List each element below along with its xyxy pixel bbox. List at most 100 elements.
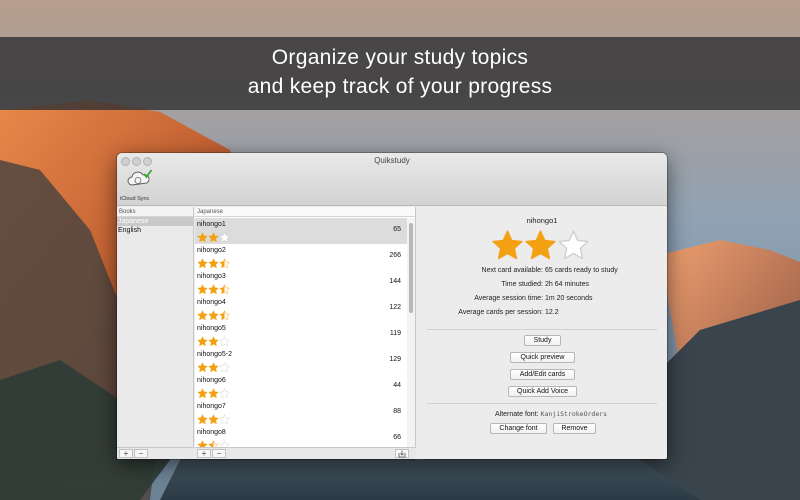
star-filled-icon [208, 310, 219, 321]
star-filled-icon [197, 258, 208, 269]
card-set-count: 122 [389, 304, 401, 311]
star-filled-icon [197, 232, 208, 243]
export-icon [398, 450, 406, 458]
card-set-count: 129 [389, 356, 401, 363]
banner-line-2: and keep track of your progress [247, 75, 553, 98]
remove-card-set-button[interactable]: − [212, 449, 226, 458]
card-set-count: 44 [393, 382, 401, 389]
star-filled-icon [197, 284, 208, 295]
star-filled-icon [208, 258, 219, 269]
export-button[interactable] [395, 449, 409, 458]
card-set-row[interactable]: nihongo5 119 [195, 322, 408, 348]
card-set-row[interactable]: nihongo5-2 129 [195, 348, 408, 374]
card-sets-scrollbar[interactable] [407, 218, 415, 447]
card-set-name: nihongo8 [197, 429, 226, 436]
star-filled-icon [208, 232, 219, 243]
app-window: Quikstudy iCloud Sync Books Japanese Eng… [117, 153, 667, 459]
card-set-count: 65 [393, 226, 401, 233]
card-set-row[interactable]: nihongo3 144 [195, 270, 408, 296]
time-studied-value: 2h 64 minutes [545, 281, 589, 288]
card-sets-column-header: Japanese [195, 207, 415, 217]
star-half-icon [219, 310, 230, 321]
add-edit-cards-button[interactable]: Add/Edit cards [510, 369, 575, 380]
star-empty-icon [219, 336, 230, 347]
card-sets-pane: Japanese nihongo1 65 nihongo2 266 nihongo3 14… [195, 207, 416, 459]
avg-cards-label: Average cards per session: [458, 309, 543, 316]
star-empty-icon [558, 230, 589, 260]
book-item-english[interactable]: English [117, 226, 193, 235]
banner-line-1: Organize your study topics [271, 46, 529, 69]
star-half-icon [208, 440, 219, 447]
card-set-rating [197, 230, 230, 243]
star-filled-icon [197, 310, 208, 321]
card-set-name: nihongo7 [197, 403, 226, 410]
card-set-rating [197, 412, 230, 425]
card-set-count: 144 [389, 278, 401, 285]
alternate-font-label: Alternate font: [495, 411, 539, 418]
remove-book-button[interactable]: − [134, 449, 148, 458]
card-set-name: nihongo6 [197, 377, 226, 384]
card-set-row[interactable]: nihongo2 266 [195, 244, 408, 270]
card-set-rating [197, 282, 230, 295]
remove-font-button[interactable]: Remove [553, 423, 596, 434]
book-item-japanese[interactable]: Japanese [117, 217, 193, 226]
star-filled-icon [208, 362, 219, 373]
time-studied-label: Time studied: [501, 281, 543, 288]
add-card-set-button[interactable]: + [197, 449, 211, 458]
divider [427, 329, 657, 330]
selected-set-title: nihongo1 [526, 216, 558, 225]
card-set-row[interactable]: nihongo7 88 [195, 400, 408, 426]
window-title: Quikstudy [374, 156, 410, 165]
star-filled-icon [197, 414, 208, 425]
books-toolbar: + − [117, 447, 194, 459]
star-filled-icon [197, 440, 208, 447]
icloud-sync-button[interactable] [123, 169, 157, 194]
card-set-count: 66 [393, 434, 401, 441]
title-bar: Quikstudy iCloud Sync [117, 153, 667, 206]
card-set-row[interactable]: nihongo6 44 [195, 374, 408, 400]
card-set-count: 119 [389, 330, 401, 337]
next-card-value: 65 cards ready to study [545, 267, 618, 274]
star-empty-icon [219, 362, 230, 373]
star-empty-icon [219, 232, 230, 243]
star-filled-icon [208, 388, 219, 399]
card-set-name: nihongo5 [197, 325, 226, 332]
star-filled-icon [208, 414, 219, 425]
avg-session-label: Average session time: [474, 295, 543, 302]
rating-stars[interactable] [491, 229, 590, 267]
card-set-row[interactable]: nihongo1 65 [195, 218, 408, 244]
card-set-rating [197, 256, 230, 269]
card-set-name: nihongo4 [197, 299, 226, 306]
alternate-font-row: Alternate font: KanjiStrokeOrders [495, 410, 607, 418]
star-half-icon [219, 284, 230, 295]
card-set-row[interactable]: nihongo4 122 [195, 296, 408, 322]
quick-preview-button[interactable]: Quick preview [510, 352, 575, 363]
card-set-count: 266 [389, 252, 401, 259]
books-pane: Books Japanese English + − [117, 207, 194, 459]
card-set-rating [197, 386, 230, 399]
icloud-sync-label: iCloud Sync [120, 196, 150, 202]
card-set-name: nihongo2 [197, 247, 226, 254]
card-set-rating [197, 438, 230, 447]
promo-banner: Organize your study topics and keep trac… [0, 37, 800, 110]
star-filled-icon [197, 336, 208, 347]
scrollbar-thumb[interactable] [409, 223, 413, 313]
star-filled-icon [197, 362, 208, 373]
avg-cards-value: 12.2 [545, 309, 559, 316]
star-filled-icon [492, 230, 523, 260]
change-font-button[interactable]: Change font [490, 423, 547, 434]
next-card-label: Next card available: [481, 267, 543, 274]
quick-add-voice-button[interactable]: Quick Add Voice [508, 386, 577, 397]
books-column-header: Books [117, 207, 193, 217]
star-filled-icon [525, 230, 556, 260]
study-button[interactable]: Study [524, 335, 561, 346]
cloud-check-icon [127, 169, 153, 186]
add-book-button[interactable]: + [119, 449, 133, 458]
card-set-row[interactable]: nihongo8 66 [195, 426, 408, 447]
card-set-rating [197, 360, 230, 373]
star-filled-icon [208, 284, 219, 295]
divider [427, 403, 657, 404]
card-set-name: nihongo3 [197, 273, 226, 280]
avg-session-value: 1m 20 seconds [545, 295, 593, 302]
star-empty-icon [219, 414, 230, 425]
